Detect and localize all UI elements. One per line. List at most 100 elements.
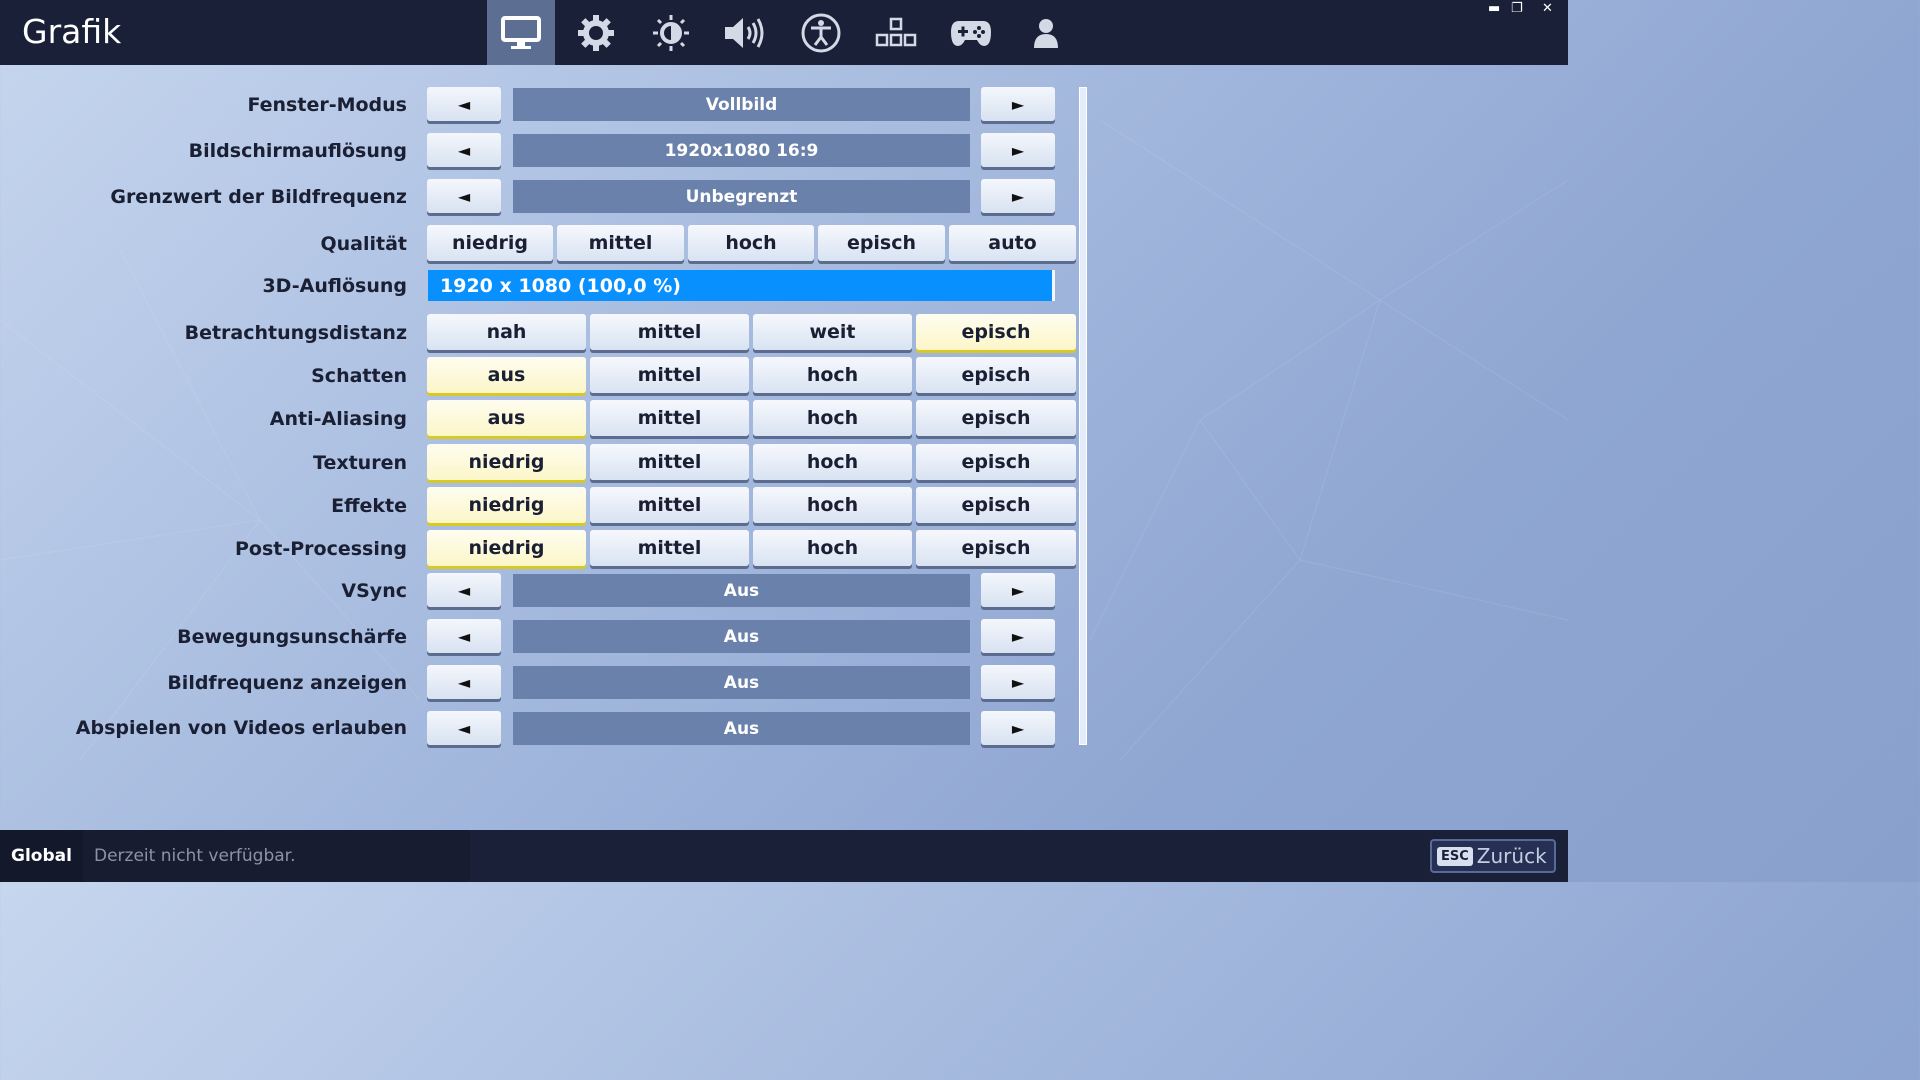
arrow-right-icon: ► — [1011, 140, 1025, 160]
allow-videos-value: Aus — [513, 712, 970, 745]
label-post-processing: Post-Processing — [234, 538, 407, 560]
3d-resolution-value: 1920 x 1080 (100,0 %) — [440, 274, 681, 297]
view-distance-option-far[interactable]: weit — [753, 314, 912, 350]
label-frame-rate-limit: Grenzwert der Bildfrequenz — [110, 186, 407, 208]
post-processing-option-high[interactable]: hoch — [753, 530, 912, 566]
shadows-option-epic[interactable]: episch — [916, 357, 1076, 393]
arrow-right-icon: ► — [1011, 718, 1025, 738]
window-mode-prev-button[interactable]: ◄ — [427, 87, 501, 121]
arrow-left-icon: ◄ — [457, 672, 471, 692]
account-icon — [1034, 18, 1058, 48]
shadows-option-off[interactable]: aus — [427, 357, 586, 393]
textures-option-medium[interactable]: mittel — [590, 444, 749, 480]
3d-resolution-slider[interactable]: 1920 x 1080 (100,0 %) — [428, 270, 1053, 301]
shadows-option-high[interactable]: hoch — [753, 357, 912, 393]
effects-option-low[interactable]: niedrig — [427, 487, 586, 523]
textures-option-high[interactable]: hoch — [753, 444, 912, 480]
quality-option-medium[interactable]: mittel — [557, 225, 684, 261]
label-resolution: Bildschirmauflösung — [188, 140, 407, 162]
label-quality: Qualität — [320, 233, 407, 255]
gamepad-icon — [951, 20, 991, 46]
anti-aliasing-option-medium[interactable]: mittel — [590, 400, 749, 436]
anti-aliasing-option-epic[interactable]: episch — [916, 400, 1076, 436]
show-fps-prev-button[interactable]: ◄ — [427, 665, 501, 699]
view-distance-option-epic[interactable]: episch — [916, 314, 1076, 350]
minimize-button[interactable]: ▬ — [1488, 2, 1500, 16]
frame-rate-limit-next-button[interactable]: ► — [981, 179, 1055, 213]
effects-option-high[interactable]: hoch — [753, 487, 912, 523]
allow-videos-prev-button[interactable]: ◄ — [427, 711, 501, 745]
arrow-right-icon: ► — [1011, 94, 1025, 114]
vsync-prev-button[interactable]: ◄ — [427, 573, 501, 607]
tab-game-settings[interactable] — [562, 0, 630, 65]
monitor-icon — [501, 15, 541, 49]
vsync-value: Aus — [513, 574, 970, 607]
textures-option-low[interactable]: niedrig — [427, 444, 586, 480]
arrow-left-icon: ◄ — [457, 94, 471, 114]
anti-aliasing-option-high[interactable]: hoch — [753, 400, 912, 436]
view-distance-option-medium[interactable]: mittel — [590, 314, 749, 350]
resolution-value: 1920x1080 16:9 — [513, 134, 970, 167]
label-textures: Texturen — [313, 452, 407, 474]
page-title: Grafik — [22, 12, 122, 51]
settings-scrollbar[interactable] — [1079, 87, 1087, 745]
anti-aliasing-option-off[interactable]: aus — [427, 400, 586, 436]
label-anti-aliasing: Anti-Aliasing — [269, 408, 407, 430]
bottom-bar: Global Derzeit nicht verfügbar. ESC Zurü… — [0, 830, 1568, 882]
back-button[interactable]: ESC Zurück — [1430, 839, 1556, 873]
tab-accessibility[interactable] — [787, 0, 855, 65]
global-chat-tab[interactable]: Global — [0, 830, 83, 882]
window-mode-value: Vollbild — [513, 88, 970, 121]
arrow-right-icon: ► — [1011, 626, 1025, 646]
allow-videos-next-button[interactable]: ► — [981, 711, 1055, 745]
quality-option-high[interactable]: hoch — [688, 225, 814, 261]
shadows-option-medium[interactable]: mittel — [590, 357, 749, 393]
motion-blur-value: Aus — [513, 620, 970, 653]
tab-input[interactable] — [862, 0, 930, 65]
tab-video[interactable] — [487, 0, 555, 65]
tab-brightness[interactable] — [637, 0, 705, 65]
arrow-right-icon: ► — [1011, 580, 1025, 600]
view-distance-option-near[interactable]: nah — [427, 314, 586, 350]
arrow-left-icon: ◄ — [457, 140, 471, 160]
frame-rate-limit-value: Unbegrenzt — [513, 180, 970, 213]
input-keys-icon — [875, 17, 917, 46]
show-fps-next-button[interactable]: ► — [981, 665, 1055, 699]
post-processing-option-medium[interactable]: mittel — [590, 530, 749, 566]
motion-blur-prev-button[interactable]: ◄ — [427, 619, 501, 653]
motion-blur-next-button[interactable]: ► — [981, 619, 1055, 653]
label-effects: Effekte — [331, 495, 407, 517]
chat-status: Derzeit nicht verfügbar. — [83, 830, 470, 882]
quality-option-epic[interactable]: episch — [818, 225, 945, 261]
close-button[interactable]: ✕ — [1542, 2, 1553, 16]
vsync-next-button[interactable]: ► — [981, 573, 1055, 607]
label-vsync: VSync — [341, 580, 407, 602]
arrow-right-icon: ► — [1011, 672, 1025, 692]
back-button-label: Zurück — [1476, 844, 1547, 868]
textures-option-epic[interactable]: episch — [916, 444, 1076, 480]
show-fps-value: Aus — [513, 666, 970, 699]
3d-resolution-slider-handle[interactable] — [1052, 270, 1055, 301]
post-processing-option-epic[interactable]: episch — [916, 530, 1076, 566]
label-show-fps: Bildfrequenz anzeigen — [167, 672, 407, 694]
tab-controller[interactable] — [937, 0, 1005, 65]
label-window-mode: Fenster-Modus — [247, 94, 407, 116]
accessibility-icon — [801, 13, 841, 52]
resolution-next-button[interactable]: ► — [981, 133, 1055, 167]
background-pattern — [0, 119, 1568, 761]
arrow-left-icon: ◄ — [457, 626, 471, 646]
post-processing-option-low[interactable]: niedrig — [427, 530, 586, 566]
arrow-left-icon: ◄ — [457, 580, 471, 600]
tab-account[interactable] — [1012, 0, 1080, 65]
tab-audio[interactable] — [712, 0, 780, 65]
restore-button[interactable]: ❐ — [1511, 2, 1523, 16]
window-mode-next-button[interactable]: ► — [981, 87, 1055, 121]
effects-option-epic[interactable]: episch — [916, 487, 1076, 523]
resolution-prev-button[interactable]: ◄ — [427, 133, 501, 167]
effects-option-medium[interactable]: mittel — [590, 487, 749, 523]
label-view-distance: Betrachtungsdistanz — [184, 322, 407, 344]
arrow-left-icon: ◄ — [457, 718, 471, 738]
quality-option-auto[interactable]: auto — [949, 225, 1076, 261]
frame-rate-limit-prev-button[interactable]: ◄ — [427, 179, 501, 213]
quality-option-low[interactable]: niedrig — [427, 225, 553, 261]
